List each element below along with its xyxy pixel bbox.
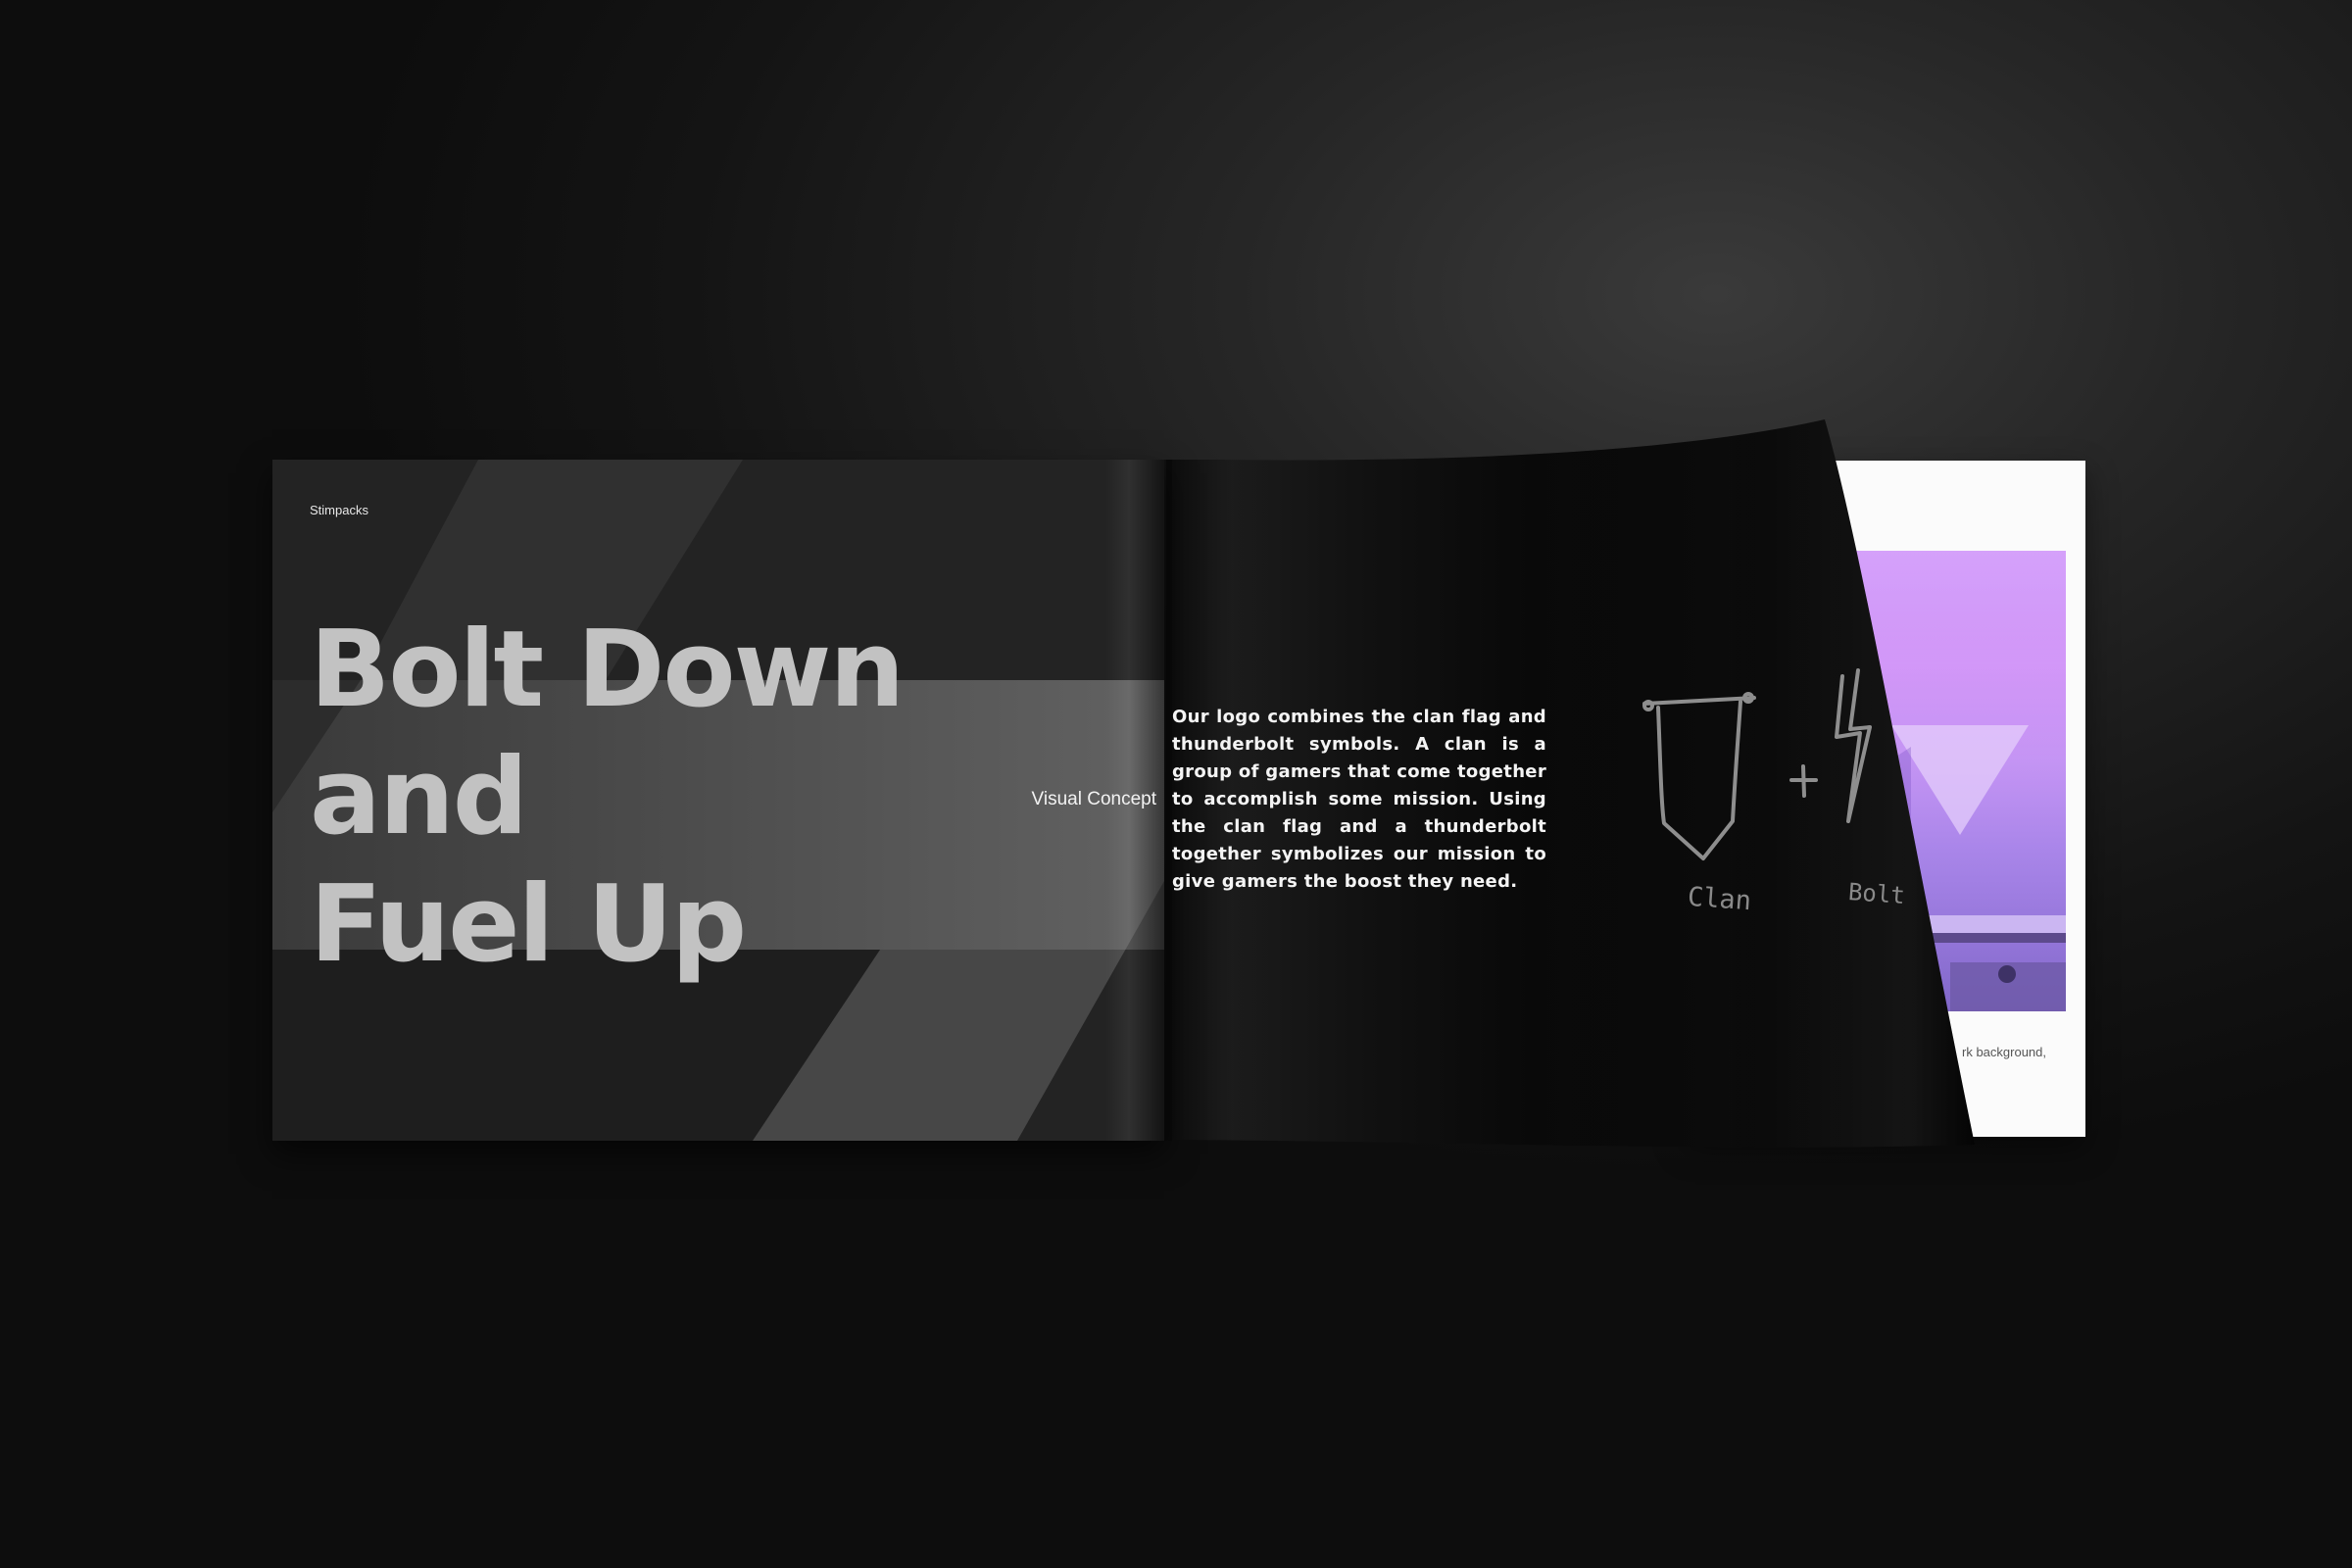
brand-label: Stimpacks xyxy=(310,503,368,517)
body-copy: Our logo combines the clan flag and thun… xyxy=(1172,707,1546,892)
sketch-bolt-label: Bolt xyxy=(1847,878,1906,909)
left-page: Stimpacks Bolt Down and Fuel Up Visual C… xyxy=(272,460,1164,1141)
brochure-mockup: rk background, Stimpacks Bolt Down and F… xyxy=(0,0,2352,1568)
sketch-clan-label: Clan xyxy=(1686,881,1753,917)
section-title: Visual Concept xyxy=(1031,789,1156,809)
page-title: Bolt Down and Fuel Up xyxy=(310,609,905,986)
